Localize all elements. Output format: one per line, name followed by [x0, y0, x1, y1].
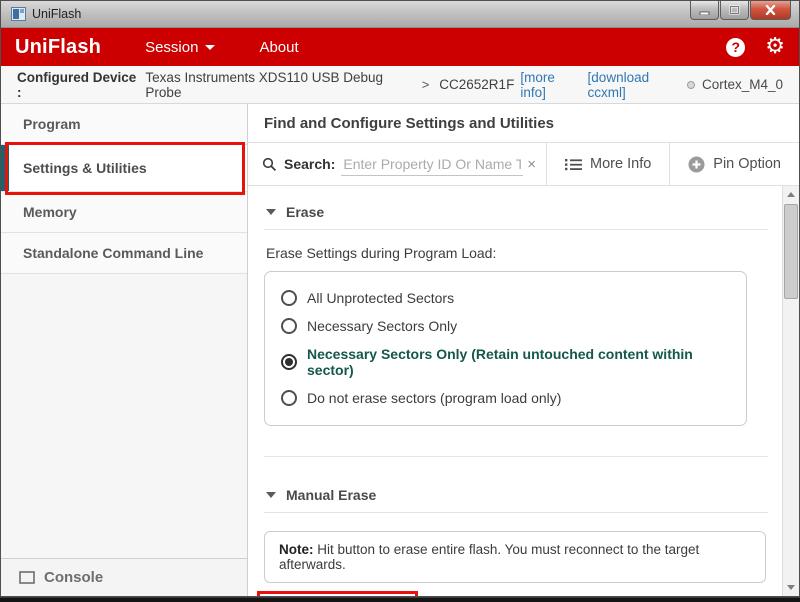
section-divider [264, 229, 768, 230]
radio-necessary-sectors-only[interactable]: Necessary Sectors Only [281, 312, 732, 340]
breadcrumb: Configured Device : Texas Instruments XD… [1, 66, 799, 104]
window-controls [689, 1, 791, 20]
radio-label: Necessary Sectors Only (Retain untouched… [307, 346, 732, 378]
download-ccxml-link[interactable]: [download ccxml] [588, 70, 687, 100]
scroll-down-button[interactable] [783, 579, 799, 596]
search-zone: Search: × [248, 143, 546, 185]
main-content: Find and Configure Settings and Utilitie… [248, 104, 799, 596]
sidebar-item-memory[interactable]: Memory [1, 192, 247, 233]
sidebar-item-standalone-command-line[interactable]: Standalone Command Line [1, 233, 247, 274]
app-icon [11, 7, 26, 21]
radio-icon [281, 318, 297, 334]
sidebar-empty-area [1, 274, 247, 558]
maximize-button[interactable] [720, 1, 749, 20]
plus-circle-icon [688, 156, 705, 173]
collapse-triangle-icon [266, 492, 276, 498]
radio-icon [281, 290, 297, 306]
screenshot-root: UniFlash UniFlash Session About [0, 0, 800, 602]
settings-panel: Erase Erase Settings during Program Load… [248, 186, 782, 596]
note-label: Note: [279, 542, 314, 557]
radio-all-unprotected-sectors[interactable]: All Unprotected Sectors [281, 284, 732, 312]
section-separator [264, 456, 768, 457]
toolbar: Search: × More Info [248, 143, 799, 186]
window-title: UniFlash [32, 7, 81, 21]
scroll-up-button[interactable] [783, 186, 799, 203]
sidebar-item-label: Memory [23, 204, 77, 220]
radio-label: All Unprotected Sectors [307, 290, 454, 306]
manual-erase-section-title: Manual Erase [286, 487, 376, 503]
uniflash-window: UniFlash UniFlash Session About [0, 0, 800, 597]
manual-erase-section-header[interactable]: Manual Erase [264, 485, 768, 512]
pin-option-label: Pin Option [713, 156, 781, 172]
app-menubar: UniFlash Session About ? ⚙ [1, 28, 799, 66]
radio-icon [281, 390, 297, 406]
sidebar-item-settings-utilities[interactable]: Settings & Utilities [1, 145, 247, 192]
minimize-button[interactable] [690, 1, 719, 20]
menubar-right: ? ⚙ [726, 36, 785, 58]
scroll-area: Erase Erase Settings during Program Load… [248, 186, 799, 596]
pin-option-button[interactable]: Pin Option [669, 143, 799, 185]
more-info-label: More Info [590, 156, 651, 172]
console-icon [19, 571, 35, 584]
annotation-highlight [257, 591, 418, 596]
search-icon [262, 157, 277, 172]
gear-icon[interactable]: ⚙ [765, 36, 785, 58]
sidebar: Program Settings & Utilities Memory Stan… [1, 104, 248, 596]
search-input[interactable] [341, 153, 523, 176]
erase-section-title: Erase [286, 204, 324, 220]
clear-search-icon[interactable]: × [523, 156, 546, 173]
search-label: Search: [284, 156, 335, 172]
menu-about[interactable]: About [259, 39, 298, 56]
configured-device-label: Configured Device : [17, 70, 139, 100]
console-label: Console [44, 569, 103, 586]
close-button[interactable] [750, 1, 791, 20]
breadcrumb-chevron: > [422, 77, 430, 92]
sidebar-item-label: Standalone Command Line [23, 245, 203, 261]
core-status-dot-icon [687, 81, 695, 89]
radio-necessary-sectors-retain[interactable]: Necessary Sectors Only (Retain untouched… [281, 340, 732, 384]
radio-do-not-erase[interactable]: Do not erase sectors (program load only) [281, 384, 732, 412]
core-name: Cortex_M4_0 [702, 77, 783, 92]
menu-session[interactable]: Session [145, 39, 215, 56]
scroll-down-icon [787, 585, 795, 590]
erase-section-header[interactable]: Erase [264, 202, 768, 229]
help-icon[interactable]: ? [726, 38, 745, 57]
chevron-down-icon [205, 45, 215, 50]
vertical-scrollbar[interactable] [782, 186, 799, 596]
scroll-up-icon [787, 192, 795, 197]
radio-label: Necessary Sectors Only [307, 318, 457, 334]
window-titlebar[interactable]: UniFlash [1, 1, 799, 28]
note-text: Hit button to erase entire flash. You mu… [279, 542, 699, 572]
scrollbar-track[interactable] [783, 203, 799, 579]
more-info-button[interactable]: More Info [546, 143, 669, 185]
radio-selected-icon [281, 354, 297, 370]
section-divider [264, 512, 768, 513]
sidebar-item-label: Program [23, 116, 81, 132]
radio-label: Do not erase sectors (program load only) [307, 390, 561, 406]
sidebar-item-program[interactable]: Program [1, 104, 247, 145]
console-toggle[interactable]: Console [1, 558, 247, 596]
erase-options-group: All Unprotected Sectors Necessary Sector… [264, 271, 747, 426]
device-chip: CC2652R1F [439, 77, 514, 92]
taskbar-edge [0, 597, 800, 602]
core-indicator: Cortex_M4_0 [687, 77, 783, 92]
collapse-triangle-icon [266, 209, 276, 215]
list-icon [565, 158, 582, 171]
more-info-link[interactable]: [more info] [520, 70, 581, 100]
manual-erase-note: Note: Hit button to erase entire flash. … [264, 531, 766, 583]
app-brand: UniFlash [15, 36, 101, 59]
page-title: Find and Configure Settings and Utilitie… [248, 104, 799, 143]
menu-session-label: Session [145, 39, 198, 56]
device-name: Texas Instruments XDS110 USB Debug Probe [145, 70, 411, 100]
sidebar-item-label: Settings & Utilities [23, 160, 147, 176]
menu-about-label: About [259, 39, 298, 56]
selected-accent-bar [1, 145, 9, 191]
scrollbar-thumb[interactable] [784, 204, 798, 299]
erase-group-label: Erase Settings during Program Load: [266, 245, 768, 261]
